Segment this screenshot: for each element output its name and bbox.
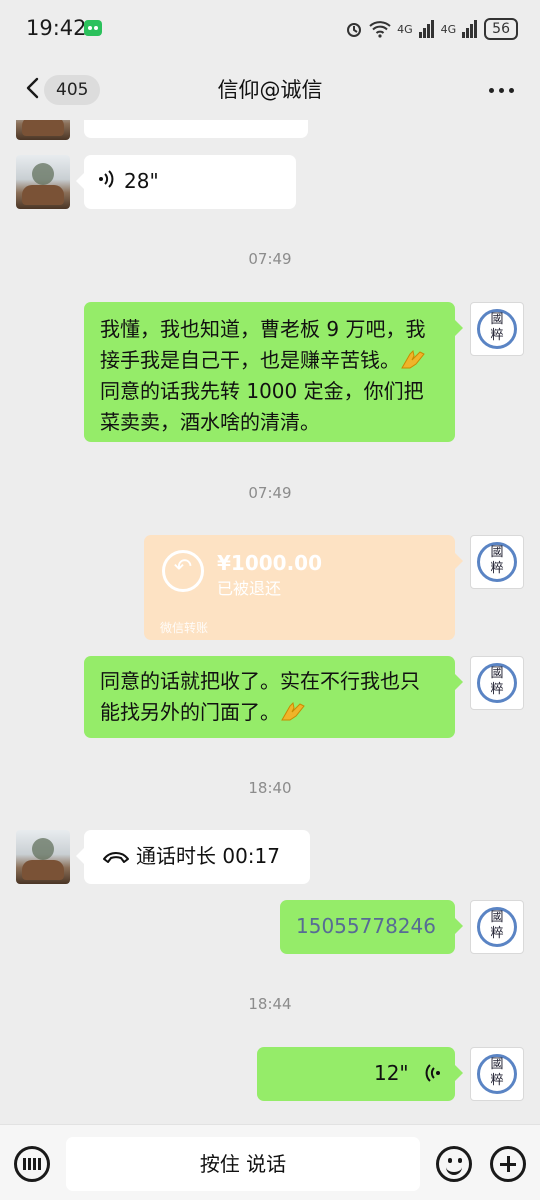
voice-duration: 28" xyxy=(124,169,159,193)
timestamp: 07:49 xyxy=(248,484,292,502)
alarm-icon xyxy=(347,23,362,37)
avatar-seal-bottom: 粹 xyxy=(490,328,504,343)
emoji-icon[interactable] xyxy=(436,1146,472,1182)
voice-duration: 12" xyxy=(373,1061,409,1085)
network-label-2: 4G xyxy=(440,22,457,36)
timestamp: 07:49 xyxy=(248,250,292,268)
voice-message-outgoing[interactable]: 12" xyxy=(257,1047,463,1101)
wechat-icon xyxy=(84,20,102,36)
avatar-seal-top: 國 xyxy=(490,312,504,327)
keyboard-icon[interactable] xyxy=(14,1146,50,1182)
status-bar: 19:42 4G 4G 56 xyxy=(0,0,540,58)
transfer-footer: 微信转账 xyxy=(160,621,209,635)
transfer-status: 已被退还 xyxy=(217,579,282,598)
self-avatar[interactable]: 國粹 xyxy=(470,1047,524,1101)
self-avatar[interactable]: 國粹 xyxy=(470,656,524,710)
call-record-message[interactable]: 通话时长 00:17 xyxy=(76,830,310,884)
voice-message-incoming[interactable]: 28" xyxy=(76,155,296,209)
chat-area[interactable]: 28" 07:49 國粹 我懂，我也知道，曹老板 9 万吧，我接手我是自己干，也… xyxy=(0,120,540,1124)
phone-number-link[interactable]: 15055778246 xyxy=(296,914,436,938)
message-text: 同意的话就把收了。实在不行我也只能找另外的门面了。 xyxy=(100,669,420,724)
more-icon[interactable] xyxy=(489,88,514,93)
voice-icon xyxy=(98,167,114,198)
self-avatar[interactable]: 國粹 xyxy=(470,302,524,356)
message-bubble-partial[interactable] xyxy=(84,120,308,138)
transfer-amount: ¥1000.00 xyxy=(217,551,323,575)
phone-hangup-icon xyxy=(103,852,129,863)
message-text: 我懂，我也知道，曹老板 9 万吧，我接手我是自己干，也是赚辛苦钱。 xyxy=(100,317,426,372)
status-icons: 4G 4G 56 xyxy=(345,16,518,42)
refund-icon: ↶ xyxy=(162,550,204,592)
input-bar: 按住 说话 xyxy=(0,1124,540,1200)
voice-icon xyxy=(425,1064,440,1082)
hold-to-talk-button[interactable]: 按住 说话 xyxy=(66,1137,420,1191)
signal-icon xyxy=(418,20,434,38)
text-message-outgoing[interactable]: 同意的话就把收了。实在不行我也只能找另外的门面了。 xyxy=(84,656,463,738)
contact-avatar[interactable] xyxy=(16,120,70,140)
chat-header: 405 信仰@诚信 xyxy=(0,58,540,120)
self-avatar[interactable]: 國粹 xyxy=(470,900,524,954)
call-duration: 通话时长 00:17 xyxy=(136,844,280,868)
wifi-icon xyxy=(369,21,391,38)
timestamp: 18:40 xyxy=(248,779,292,797)
message-text-continued: 同意的话我先转 1000 定金，你们把菜卖卖，酒水啥的清清。 xyxy=(100,379,424,434)
plus-icon[interactable] xyxy=(490,1146,526,1182)
hands-emoji-icon xyxy=(401,349,425,369)
chat-title: 信仰@诚信 xyxy=(217,78,323,102)
contact-avatar[interactable] xyxy=(16,830,70,884)
self-avatar[interactable]: 國粹 xyxy=(470,535,524,589)
contact-avatar[interactable] xyxy=(16,155,70,209)
status-time: 19:42 xyxy=(26,16,87,40)
text-message-outgoing[interactable]: 我懂，我也知道，曹老板 9 万吧，我接手我是自己干，也是赚辛苦钱。同意的话我先转… xyxy=(84,302,463,442)
signal-icon xyxy=(462,20,478,38)
battery-icon: 56 xyxy=(484,18,518,40)
network-label-1: 4G xyxy=(397,22,413,36)
phone-number-message[interactable]: 15055778246 xyxy=(280,900,463,954)
timestamp: 18:44 xyxy=(248,995,292,1013)
hands-emoji-icon xyxy=(281,701,305,721)
transfer-card[interactable]: ↶ ¥1000.00 已被退还 微信转账 xyxy=(144,535,463,640)
